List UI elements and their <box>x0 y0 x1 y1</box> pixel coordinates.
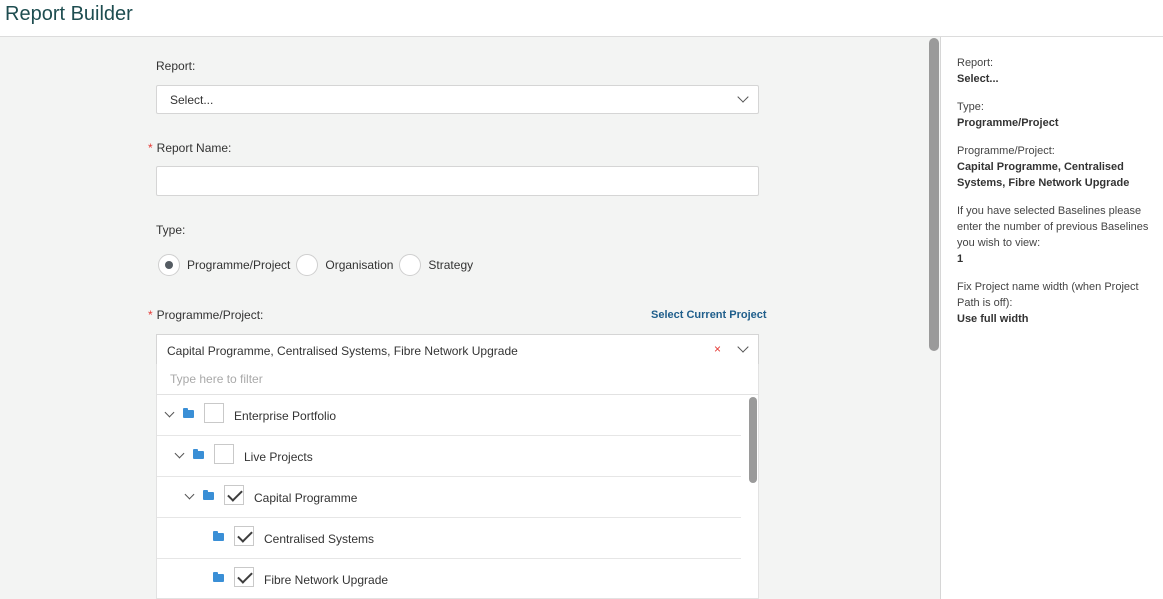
radio-programme-project[interactable] <box>158 254 180 276</box>
radio-strategy[interactable] <box>399 254 422 276</box>
type-label: Type: <box>156 223 186 237</box>
chevron-down-icon[interactable] <box>174 448 185 459</box>
radio-organisation[interactable] <box>296 254 319 276</box>
clear-icon[interactable]: × <box>714 342 721 356</box>
tree-row-label: Centralised Systems <box>264 532 375 546</box>
checkbox-icon[interactable] <box>234 567 254 587</box>
checkbox-icon[interactable] <box>214 444 234 464</box>
programme-label: * Programme/Project: <box>148 308 264 322</box>
chevron-down-icon <box>737 91 749 103</box>
summary-report-value: Select... <box>957 73 999 85</box>
summary-programme-label: Programme/Project: <box>957 145 1055 157</box>
report-select-value: Select... <box>170 93 214 107</box>
report-label: Report: <box>156 59 196 73</box>
tree-row-label: Fibre Network Upgrade <box>264 573 389 587</box>
folder-icon <box>193 449 204 459</box>
chevron-down-icon[interactable] <box>184 489 195 500</box>
required-marker: * <box>148 308 153 322</box>
tree-row[interactable]: Live Projects <box>157 436 741 477</box>
summary-fix-width-value: Use full width <box>957 313 1029 325</box>
folder-icon <box>213 531 224 541</box>
tree-row-label: Enterprise Portfolio <box>234 409 337 423</box>
programme-multiselect[interactable]: Capital Programme, Centralised Systems, … <box>156 334 759 365</box>
radio-organisation-label[interactable]: Organisation <box>325 258 393 272</box>
tree-row[interactable]: Centralised Systems <box>157 518 741 559</box>
header: Report Builder <box>0 0 1163 37</box>
checkbox-icon[interactable] <box>234 526 254 546</box>
summary-type-value: Programme/Project <box>957 117 1059 129</box>
summary-panel: Report: Select... Type: Programme/Projec… <box>940 37 1163 599</box>
tree-row[interactable]: Capital Programme <box>157 477 741 518</box>
summary-report-label: Report: <box>957 57 994 69</box>
select-current-project-link[interactable]: Select Current Project <box>651 309 767 321</box>
radio-strategy-label[interactable]: Strategy <box>428 258 473 272</box>
folder-icon <box>213 572 224 582</box>
required-marker: * <box>148 141 153 155</box>
summary-baselines-label: If you have selected Baselines please en… <box>957 205 1149 249</box>
chevron-down-icon[interactable] <box>164 407 175 418</box>
page-title: Report Builder <box>5 3 133 25</box>
filter-placeholder: Type here to filter <box>170 372 263 386</box>
report-name-label: * Report Name: <box>148 141 232 155</box>
radio-programme-project-label[interactable]: Programme/Project <box>187 258 290 272</box>
tree-scrollbar[interactable] <box>749 397 757 483</box>
main-scrollbar[interactable] <box>929 38 939 351</box>
folder-icon <box>183 408 194 418</box>
tree-row[interactable]: Fibre Network Upgrade <box>157 559 741 598</box>
summary-fix-width-label: Fix Project name width (when Project Pat… <box>957 281 1139 309</box>
folder-icon <box>203 490 214 500</box>
summary-baselines-value: 1 <box>957 253 964 265</box>
checkbox-icon[interactable] <box>224 485 244 505</box>
filter-input[interactable]: Type here to filter <box>156 364 759 395</box>
programme-multiselect-value: Capital Programme, Centralised Systems, … <box>167 344 518 358</box>
tree-row-label: Live Projects <box>244 450 313 464</box>
chevron-down-icon[interactable] <box>737 341 749 353</box>
tree-row-label: Capital Programme <box>254 491 358 505</box>
tree-row[interactable]: Enterprise Portfolio <box>157 395 741 436</box>
type-radio-group: Programme/Project Organisation Strategy <box>158 253 479 277</box>
project-tree: Enterprise Portfolio Live Projects Capit… <box>156 394 759 599</box>
report-select[interactable]: Select... <box>156 85 759 114</box>
report-name-input[interactable] <box>156 166 759 196</box>
checkbox-icon[interactable] <box>204 403 224 423</box>
summary-programme-value: Capital Programme, Centralised Systems, … <box>957 161 1130 189</box>
summary-type-label: Type: <box>957 101 984 113</box>
